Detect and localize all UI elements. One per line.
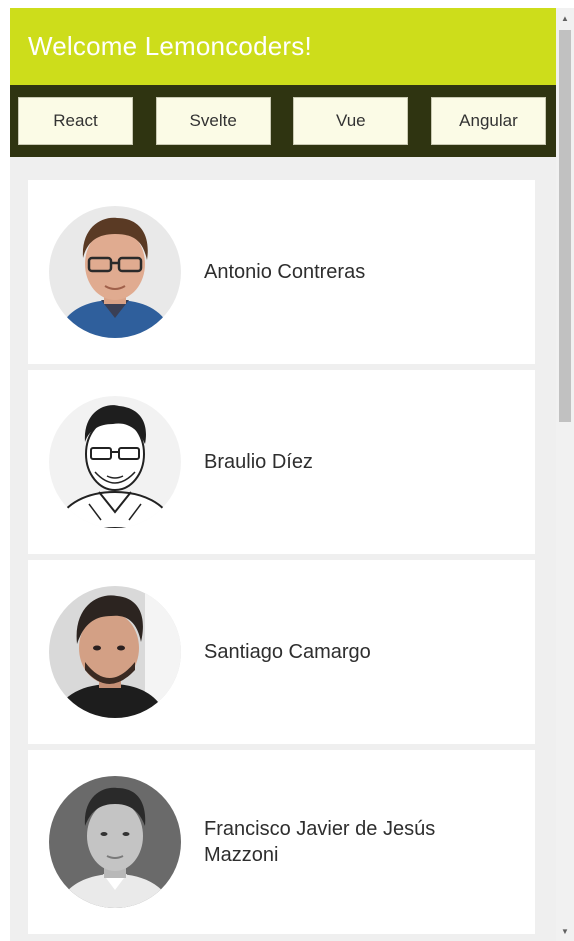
react-button[interactable]: React (18, 97, 133, 145)
member-name: Francisco Javier de Jesús Mazzoni (204, 818, 436, 866)
member-card[interactable]: Antonio Contreras (28, 180, 535, 364)
member-name: Braulio Díez (204, 451, 313, 473)
avatar (49, 586, 181, 718)
framework-nav: React Svelte Vue Angular (10, 85, 556, 157)
vertical-scrollbar[interactable]: ▲ ▼ (556, 8, 574, 941)
member-card[interactable]: Santiago Camargo (28, 560, 535, 744)
scroll-thumb[interactable] (559, 30, 571, 422)
member-card[interactable]: Braulio Díez (28, 370, 535, 554)
page-title: Welcome Lemoncoders! (28, 31, 312, 61)
scroll-up-arrow-icon[interactable]: ▲ (556, 10, 574, 26)
member-card[interactable]: Francisco Javier de Jesús Mazzoni (28, 750, 535, 934)
avatar (49, 776, 181, 908)
member-name: Santiago Camargo (204, 641, 371, 663)
svelte-button[interactable]: Svelte (155, 97, 271, 145)
angular-button[interactable]: Angular (430, 97, 546, 145)
vue-button[interactable]: Vue (293, 97, 409, 145)
member-name: Antonio Contreras (204, 261, 366, 283)
app-viewport: Welcome Lemoncoders! React Svelte Vue An… (10, 8, 556, 941)
app-header: Welcome Lemoncoders! (10, 8, 556, 85)
scroll-down-arrow-icon[interactable]: ▼ (556, 923, 574, 939)
member-list: Antonio Contreras Braulio Díez Santiago … (10, 157, 556, 934)
avatar (49, 396, 181, 528)
avatar (49, 206, 181, 338)
